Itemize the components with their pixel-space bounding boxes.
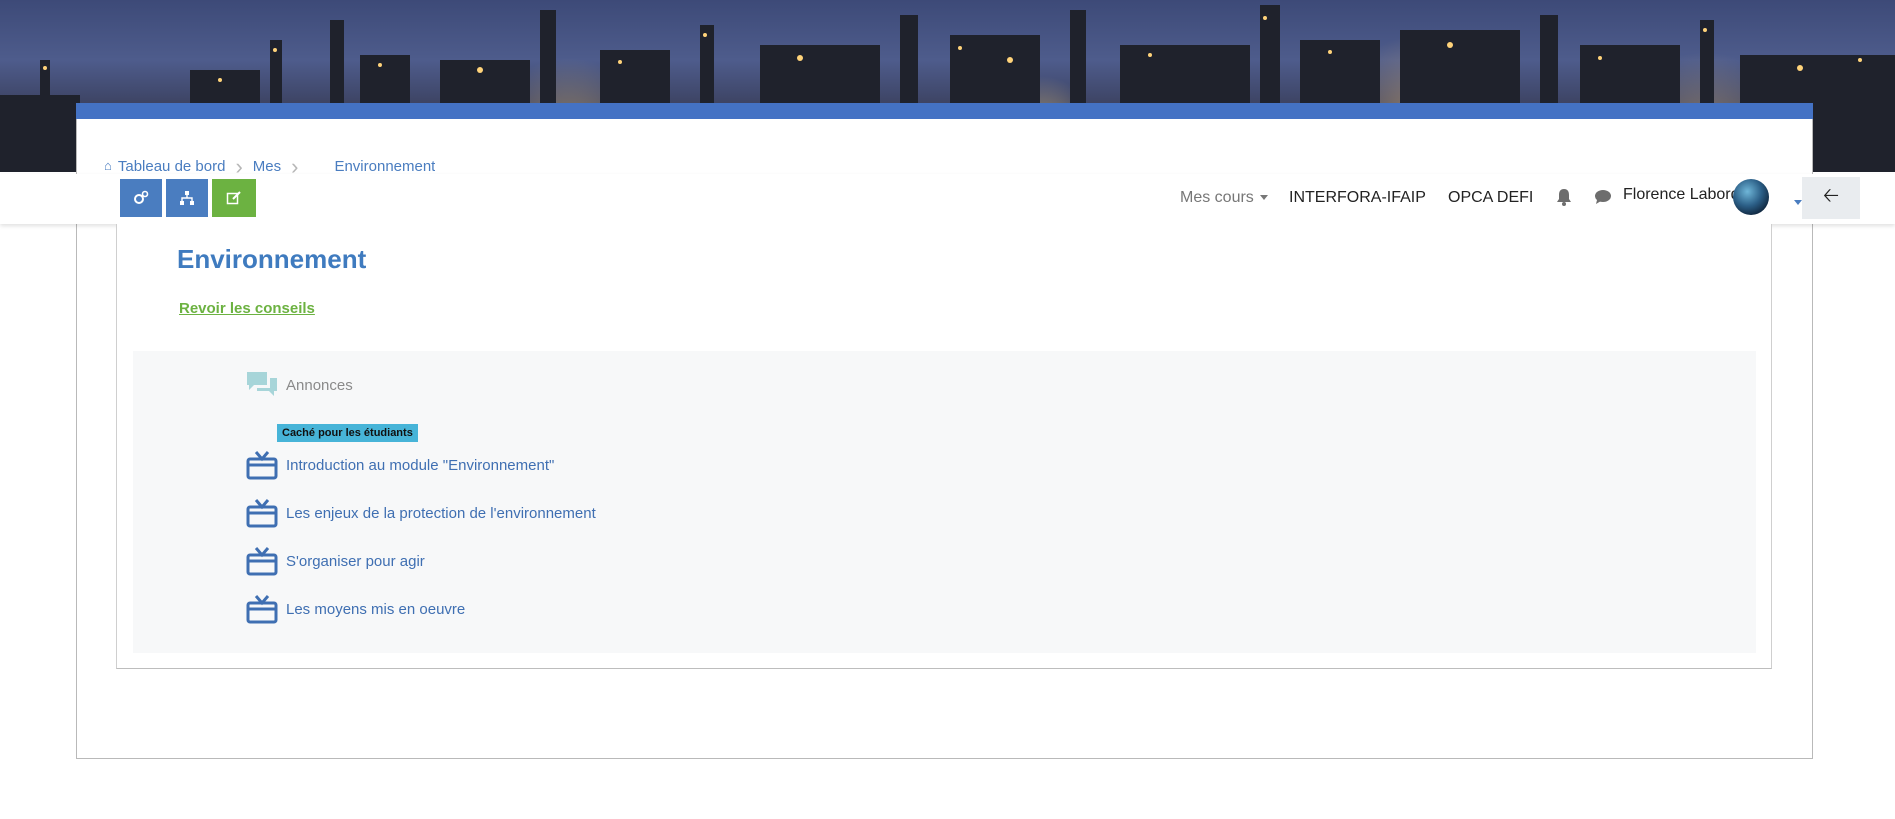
- nav-link-opca-defi[interactable]: OPCA DEFI: [1448, 189, 1533, 207]
- avatar[interactable]: [1733, 179, 1769, 215]
- nav-link-interfora[interactable]: INTERFORA-IFAIP: [1289, 189, 1426, 207]
- activity-item[interactable]: Les enjeux de la protection de l'environ…: [246, 498, 596, 528]
- activity-item[interactable]: Introduction au module "Environnement": [246, 450, 554, 480]
- package-icon: [246, 451, 278, 480]
- top-navbar: Mes cours INTERFORA-IFAIP OPCA DEFI Flor…: [0, 174, 1895, 224]
- activity-item[interactable]: S'organiser pour agir: [246, 546, 425, 576]
- header-blue-stripe: [76, 103, 1813, 119]
- activity-item[interactable]: Les moyens mis en oeuvre: [246, 594, 465, 624]
- package-icon: [246, 547, 278, 576]
- chevron-down-icon: [1794, 200, 1802, 206]
- admin-settings-button[interactable]: [120, 179, 162, 217]
- messages-button[interactable]: [1594, 189, 1612, 210]
- bell-icon: [1557, 189, 1571, 206]
- home-icon: ⌂: [104, 158, 112, 173]
- activity-label: Introduction au module "Environnement": [286, 456, 555, 474]
- activity-label: Les moyens mis en oeuvre: [286, 600, 466, 618]
- package-icon: [246, 595, 278, 624]
- breadcrumb-item-dashboard[interactable]: Tableau de bord: [118, 158, 226, 175]
- my-courses-dropdown[interactable]: Mes cours: [1180, 189, 1268, 207]
- sitemap-icon: [180, 191, 194, 205]
- forum-icon: [247, 372, 277, 396]
- activity-label: Les enjeux de la protection de l'environ…: [286, 504, 596, 522]
- activity-announcements[interactable]: Annonces: [246, 370, 353, 400]
- chevron-down-icon: [1259, 195, 1268, 201]
- breadcrumb-item-environnement[interactable]: Environnement: [334, 158, 435, 175]
- user-menu-toggle[interactable]: [1788, 194, 1802, 212]
- page-title: Environnement: [177, 244, 367, 274]
- review-tips-link[interactable]: Revoir les conseils: [179, 300, 315, 317]
- edit-icon: [226, 191, 241, 205]
- my-courses-label: Mes cours: [1180, 189, 1254, 206]
- user-menu-name[interactable]: Florence Labord: [1623, 186, 1740, 204]
- back-button[interactable]: 🡠: [1802, 177, 1860, 219]
- package-icon: [246, 499, 278, 528]
- chat-bubble-icon: [1595, 190, 1611, 204]
- activity-label: Annonces: [286, 376, 353, 394]
- arrow-left-icon: 🡠: [1822, 185, 1840, 207]
- course-structure-button[interactable]: [166, 179, 208, 217]
- edit-mode-button[interactable]: [212, 179, 256, 217]
- activity-label: S'organiser pour agir: [286, 552, 425, 570]
- gears-icon: [134, 190, 149, 204]
- notifications-button[interactable]: [1556, 188, 1572, 211]
- hidden-from-students-badge: Caché pour les étudiants: [277, 424, 418, 442]
- breadcrumb-item-mes[interactable]: Mes: [253, 158, 281, 175]
